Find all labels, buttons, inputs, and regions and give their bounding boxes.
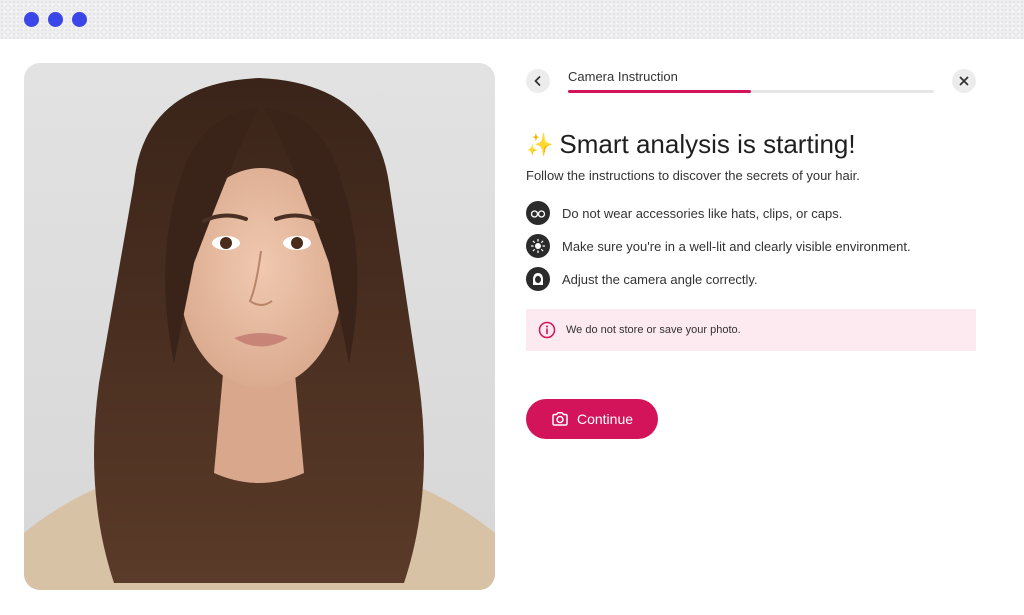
instruction-text: Adjust the camera angle correctly.	[562, 271, 758, 287]
subtitle: Follow the instructions to discover the …	[526, 168, 860, 183]
glasses-icon	[526, 201, 550, 225]
continue-button[interactable]: Continue	[526, 399, 658, 439]
window-dot-3[interactable]	[72, 12, 87, 27]
progress-fill	[568, 90, 751, 93]
window-dot-1[interactable]	[24, 12, 39, 27]
notice-text: We do not store or save your photo.	[566, 324, 741, 336]
privacy-notice: We do not store or save your photo.	[526, 309, 976, 351]
window-dot-2[interactable]	[48, 12, 63, 27]
step-title: Camera Instruction	[568, 69, 678, 84]
app-window: Camera Instruction ✨ Smart analysis is s…	[0, 0, 1024, 615]
title-bar	[0, 0, 1024, 39]
close-button[interactable]	[952, 69, 976, 93]
sun-icon	[526, 234, 550, 258]
close-icon	[959, 76, 969, 86]
headline-text: Smart analysis is starting!	[559, 129, 856, 159]
instruction-item: Do not wear accessories like hats, clips…	[526, 201, 842, 225]
portrait-illustration	[24, 78, 495, 590]
portrait-photo	[24, 63, 495, 590]
camera-icon	[552, 412, 568, 426]
instruction-text: Make sure you're in a well-lit and clear…	[562, 238, 911, 254]
back-button[interactable]	[526, 69, 550, 93]
instruction-item: Make sure you're in a well-lit and clear…	[526, 234, 911, 258]
continue-label: Continue	[576, 411, 634, 427]
progress-bar	[568, 90, 934, 93]
face-icon	[526, 267, 550, 291]
sparkle-icon: ✨	[526, 131, 554, 157]
instruction-item: Adjust the camera angle correctly.	[526, 267, 758, 291]
info-icon	[538, 321, 556, 339]
instruction-text: Do not wear accessories like hats, clips…	[562, 205, 843, 221]
page-title: ✨ Smart analysis is starting!	[526, 129, 856, 160]
chevron-left-icon	[534, 76, 541, 86]
